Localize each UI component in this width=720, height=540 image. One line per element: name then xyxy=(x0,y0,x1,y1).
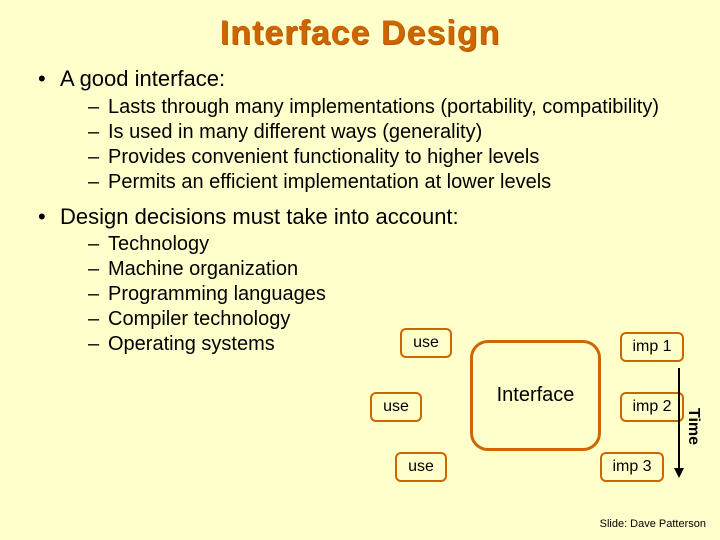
bullet-good-interface: A good interface: Lasts through many imp… xyxy=(38,65,692,195)
bullet-list-level1: A good interface: Lasts through many imp… xyxy=(38,65,692,357)
imp-box-3: imp 3 xyxy=(600,452,664,482)
use-box-1: use xyxy=(400,328,452,358)
sub-bullet: Is used in many different ways (generali… xyxy=(88,120,692,145)
sub-bullet: Technology xyxy=(88,232,398,257)
sub-bullet: Programming languages xyxy=(88,282,398,307)
slide-credit: Slide: Dave Patterson xyxy=(600,518,706,530)
use-box-3: use xyxy=(395,452,447,482)
bullet-list-level2: Lasts through many implementations (port… xyxy=(60,95,692,195)
sub-bullet: Machine organization xyxy=(88,257,398,282)
time-label: Time xyxy=(684,408,702,445)
slide: Interface Design A good interface: Lasts… xyxy=(0,0,720,540)
interface-box: Interface xyxy=(470,340,601,451)
imp-box-2: imp 2 xyxy=(620,392,684,422)
sub-bullet: Provides convenient functionality to hig… xyxy=(88,145,692,170)
time-arrow-icon xyxy=(678,368,680,476)
sub-bullet: Lasts through many implementations (port… xyxy=(88,95,692,120)
slide-body: A good interface: Lasts through many imp… xyxy=(0,53,720,357)
bullet-text: A good interface: xyxy=(60,66,225,91)
bullet-text: Design decisions must take into account: xyxy=(60,204,459,229)
sub-bullet: Permits an efficient implementation at l… xyxy=(88,170,692,195)
use-box-2: use xyxy=(370,392,422,422)
imp-box-1: imp 1 xyxy=(620,332,684,362)
interface-diagram: Interface use use use imp 1 imp 2 imp 3 … xyxy=(340,320,700,490)
slide-title: Interface Design xyxy=(0,0,720,53)
